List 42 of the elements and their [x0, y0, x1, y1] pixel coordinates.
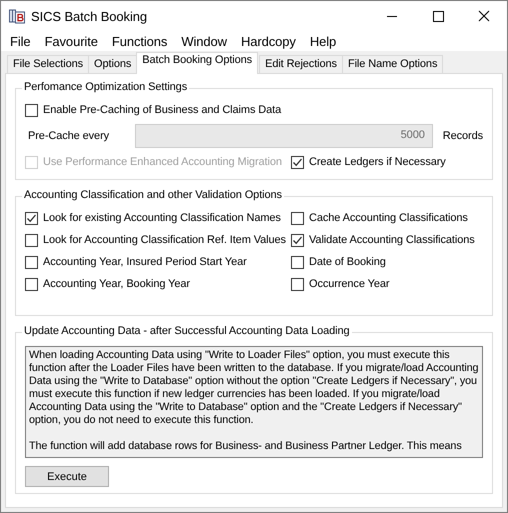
unit-label: Records	[442, 130, 483, 142]
app-icon	[9, 8, 25, 24]
field-label: Pre-Cache every	[27, 130, 110, 142]
checkbox-label: Look for Accounting Classification Ref. Item Values	[43, 234, 286, 246]
checkbox[interactable]	[291, 278, 304, 290]
checkbox[interactable]	[25, 212, 38, 224]
checkbox[interactable]	[291, 212, 304, 224]
checkbox[interactable]	[25, 278, 38, 290]
checkbox-label: Use Performance Enhanced Accounting Migration	[43, 156, 282, 168]
checkbox[interactable]	[291, 256, 304, 268]
tab[interactable]: File Selections	[7, 55, 90, 74]
checkbox[interactable]	[25, 234, 38, 246]
group-title: Perfomance Optimization Settings	[22, 81, 190, 93]
tab[interactable]: Batch Booking Options	[136, 52, 258, 74]
checkbox[interactable]	[25, 256, 38, 268]
menu-item[interactable]: Functions	[104, 34, 174, 48]
execute-button[interactable]: Execute	[25, 466, 109, 487]
checkbox[interactable]	[25, 104, 38, 116]
checkbox[interactable]	[291, 234, 304, 246]
checkbox-label: Accounting Year, Insured Period Start Year	[43, 256, 247, 268]
checkbox-label: Validate Accounting Classifications	[309, 234, 475, 246]
group-title: Update Accounting Data - after Successful Accounting Data Loading	[22, 325, 352, 337]
menu-item[interactable]: Favourite	[38, 34, 105, 48]
checkbox-label: Cache Accounting Classifications	[309, 212, 468, 224]
checkbox-label: Create Ledgers if Necessary	[309, 156, 446, 168]
description-text: When loading Accounting Data using "Write to Loader Files" option, you must execute this function after the Loader Files have been written to the database. If you migrate/load Accounting Data using the "Write to Database" option without the option "Create Ledgers if Necessary", you must execute this function if new ledger currencies has been loaded. If you migrate/load Accounting Data using the "Write to Database" option and the "Create Ledgers if Necessary" option, you do not need to execute this function.	[29, 349, 480, 427]
tab[interactable]: File Name Options	[342, 55, 444, 74]
checkbox-label: Look for existing Accounting Classification Names	[43, 212, 281, 224]
description-text: The function will add database rows for Business- and Business Partner Ledger. This means	[29, 440, 463, 453]
menu-item[interactable]: Hardcopy	[234, 34, 303, 48]
checkbox[interactable]	[291, 156, 304, 168]
menu-item[interactable]: File	[3, 34, 38, 48]
checkbox-label: Enable Pre-Caching of Business and Claims Data	[43, 104, 282, 116]
group-title: Accounting Classification and other Validation Options	[22, 189, 284, 201]
window-title: SICS Batch Booking	[31, 8, 148, 24]
checkbox-label: Accounting Year, Booking Year	[43, 278, 190, 290]
description-box[interactable]	[25, 346, 483, 458]
checkbox-label: Occurrence Year	[309, 278, 390, 290]
menu-item[interactable]: Window	[174, 34, 234, 48]
checkbox-label: Date of Booking	[309, 256, 386, 268]
menu-item[interactable]: Help	[302, 34, 344, 48]
tab[interactable]: Edit Rejections	[259, 55, 343, 74]
